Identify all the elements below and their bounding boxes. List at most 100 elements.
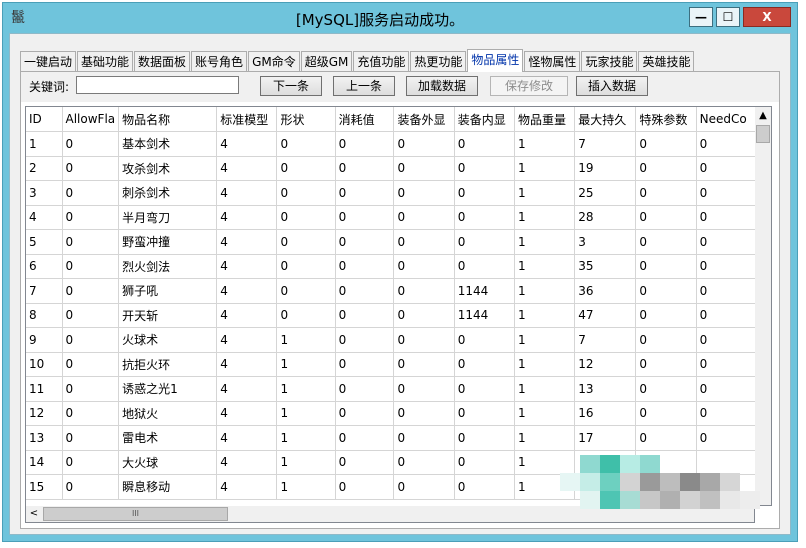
table-row[interactable]: 3 0 刺杀剑术 4 0 0 0 0 1 25 0 0 xyxy=(26,180,756,206)
table-cell[interactable]: 3 xyxy=(26,180,63,206)
table-cell[interactable]: 0 xyxy=(62,327,120,353)
table-cell[interactable]: 0 xyxy=(393,474,455,500)
insert-data-button[interactable]: 插入数据 xyxy=(576,76,648,96)
table-cell[interactable]: 36 xyxy=(574,278,637,304)
table-cell[interactable]: 攻杀剑术 xyxy=(118,156,218,181)
table-cell[interactable]: 大火球 xyxy=(118,450,218,475)
close-button[interactable]: X xyxy=(743,7,791,27)
table-cell[interactable] xyxy=(696,450,756,475)
column-header[interactable]: 特殊参数 xyxy=(635,107,697,132)
table-cell[interactable]: 4 xyxy=(216,401,278,426)
table-cell[interactable]: 0 xyxy=(393,131,455,157)
table-cell[interactable]: 狮子吼 xyxy=(118,278,218,304)
table-cell[interactable]: 0 xyxy=(62,278,120,304)
table-cell[interactable]: 0 xyxy=(454,205,516,230)
table-cell[interactable]: 1144 xyxy=(454,303,516,328)
table-cell[interactable]: 0 xyxy=(454,180,516,206)
table-cell[interactable]: 抗拒火环 xyxy=(118,352,218,377)
table-cell[interactable]: 15 xyxy=(26,474,63,500)
table-row[interactable]: 8 0 开天斩 4 0 0 0 1144 1 47 0 0 xyxy=(26,303,756,328)
save-changes-button[interactable]: 保存修改 xyxy=(490,76,568,96)
table-cell[interactable]: 1 xyxy=(514,327,576,353)
table-cell[interactable]: 0 xyxy=(454,474,516,500)
table-cell[interactable]: 1 xyxy=(514,303,576,328)
table-cell[interactable]: 0 xyxy=(696,401,756,426)
table-cell[interactable]: 4 xyxy=(216,229,278,255)
table-row[interactable]: 4 0 半月弯刀 4 0 0 0 0 1 28 0 0 xyxy=(26,205,756,230)
table-cell[interactable]: 0 xyxy=(335,205,395,230)
table-row[interactable]: 6 0 烈火剑法 4 0 0 0 0 1 35 0 0 xyxy=(26,254,756,279)
table-cell[interactable]: 0 xyxy=(454,254,516,279)
table-cell[interactable]: 0 xyxy=(454,229,516,255)
table-row[interactable]: 1 0 基本剑术 4 0 0 0 0 1 7 0 0 xyxy=(26,131,756,157)
table-cell[interactable]: 0 xyxy=(62,205,120,230)
table-cell[interactable]: 0 xyxy=(276,131,336,157)
table-cell[interactable]: 地狱火 xyxy=(118,401,218,426)
table-cell[interactable]: 0 xyxy=(335,229,395,255)
table-cell[interactable]: 4 xyxy=(216,376,278,402)
table-cell[interactable]: 4 xyxy=(216,278,278,304)
table-cell[interactable]: 14 xyxy=(26,450,63,475)
table-cell[interactable]: 0 xyxy=(393,425,455,451)
table-cell[interactable]: 诱惑之光1 xyxy=(118,376,218,402)
table-cell[interactable]: 0 xyxy=(62,180,120,206)
table-cell[interactable]: 4 xyxy=(26,205,63,230)
column-header[interactable]: 最大持久 xyxy=(574,107,637,132)
column-header[interactable]: 形状 xyxy=(276,107,336,132)
table-cell[interactable]: 0 xyxy=(635,401,697,426)
column-header[interactable]: 物品重量 xyxy=(514,107,576,132)
table-cell[interactable]: 0 xyxy=(335,352,395,377)
table-cell[interactable]: 8 xyxy=(26,303,63,328)
table-cell[interactable]: 1 xyxy=(514,278,576,304)
table-cell[interactable]: 4 xyxy=(216,205,278,230)
table-cell[interactable]: 10 xyxy=(26,352,63,377)
table-cell[interactable]: 0 xyxy=(696,254,756,279)
tab-2[interactable]: 数据面板 xyxy=(134,51,191,72)
table-cell[interactable]: 0 xyxy=(335,425,395,451)
table-cell[interactable]: 25 xyxy=(574,180,637,206)
column-header[interactable]: 标准模型 xyxy=(216,107,278,132)
table-row[interactable]: 12 0 地狱火 4 1 0 0 0 1 16 0 0 xyxy=(26,401,756,426)
table-cell[interactable]: 0 xyxy=(393,278,455,304)
table-cell[interactable]: 0 xyxy=(393,303,455,328)
table-cell[interactable]: 0 xyxy=(393,401,455,426)
table-cell[interactable]: 1 xyxy=(514,425,576,451)
table-cell[interactable]: 6 xyxy=(26,254,63,279)
table-cell[interactable]: 1 xyxy=(514,180,576,206)
table-cell[interactable]: 4 xyxy=(216,327,278,353)
table-cell[interactable]: 0 xyxy=(635,131,697,157)
table-cell[interactable]: 7 xyxy=(26,278,63,304)
table-cell[interactable]: 1 xyxy=(514,156,576,181)
table-cell[interactable]: 0 xyxy=(454,425,516,451)
table-cell[interactable]: 0 xyxy=(393,229,455,255)
table-cell[interactable]: 4 xyxy=(216,254,278,279)
table-cell[interactable]: 12 xyxy=(574,352,637,377)
table-cell[interactable]: 0 xyxy=(335,376,395,402)
table-cell[interactable]: 0 xyxy=(276,180,336,206)
keyword-input[interactable] xyxy=(76,76,239,94)
tab-1[interactable]: 基础功能 xyxy=(77,51,134,72)
tab-3[interactable]: 账号角色 xyxy=(191,51,248,72)
table-cell[interactable]: 0 xyxy=(696,229,756,255)
table-cell[interactable]: 0 xyxy=(276,156,336,181)
tab-5[interactable]: 超级GM xyxy=(300,51,353,72)
table-cell[interactable]: 1 xyxy=(514,376,576,402)
scroll-left-icon[interactable]: < xyxy=(26,506,42,522)
table-cell[interactable]: 1 xyxy=(26,131,63,157)
table-cell[interactable]: 0 xyxy=(635,205,697,230)
table-cell[interactable]: 0 xyxy=(335,303,395,328)
table-cell[interactable]: 16 xyxy=(574,401,637,426)
table-cell[interactable]: 0 xyxy=(276,254,336,279)
table-cell[interactable]: 0 xyxy=(454,401,516,426)
table-row[interactable]: 11 0 诱惑之光1 4 1 0 0 0 1 13 0 0 xyxy=(26,376,756,402)
column-header[interactable]: 物品名称 xyxy=(118,107,218,132)
table-cell[interactable]: 野蛮冲撞 xyxy=(118,229,218,255)
table-cell[interactable]: 0 xyxy=(335,474,395,500)
table-cell[interactable]: 1 xyxy=(276,425,336,451)
table-cell[interactable]: 开天斩 xyxy=(118,303,218,328)
table-cell[interactable]: 雷电术 xyxy=(118,425,218,451)
table-cell[interactable]: 35 xyxy=(574,254,637,279)
table-cell[interactable]: 0 xyxy=(62,254,120,279)
table-cell[interactable]: 0 xyxy=(635,376,697,402)
table-cell[interactable]: 13 xyxy=(26,425,63,451)
